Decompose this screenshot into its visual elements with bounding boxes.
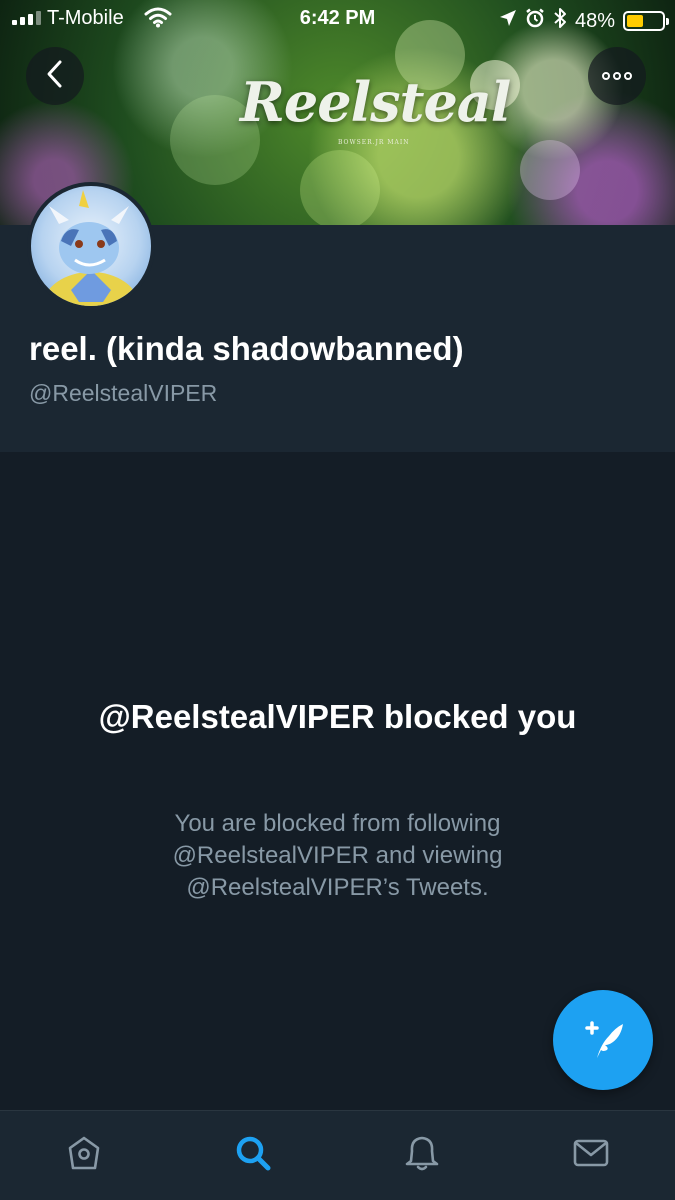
more-options-button[interactable] (588, 47, 646, 105)
more-options-icon (602, 72, 632, 80)
compose-tweet-button[interactable] (553, 990, 653, 1090)
tab-home[interactable] (54, 1126, 114, 1186)
tab-bar (0, 1110, 675, 1200)
bell-icon (402, 1133, 442, 1178)
blocked-description: You are blocked from following @Reelstea… (172, 810, 503, 901)
search-icon (233, 1133, 273, 1178)
status-right: 48% (499, 7, 669, 35)
compose-tweet-icon (579, 1014, 627, 1067)
blocked-title: @ReelstealVIPER blocked you (98, 698, 577, 735)
tab-messages[interactable] (561, 1126, 621, 1186)
tab-search[interactable] (223, 1126, 283, 1186)
battery-percent: 48% (574, 9, 615, 32)
banner-subtitle: BOWSER.JR MAIN (338, 139, 410, 146)
alarm-icon (525, 8, 545, 34)
banner-bokeh (300, 150, 380, 225)
battery-fill (627, 15, 644, 27)
status-bar: T-Mobile 6:42 PM 48% (0, 0, 675, 38)
profile-handle: @ReelstealVIPER (29, 380, 218, 406)
envelope-icon (571, 1133, 611, 1178)
banner-bokeh (520, 140, 580, 200)
back-button[interactable] (26, 47, 84, 105)
profile-display-name: reel. (kinda shadowbanned) (29, 330, 464, 367)
bluetooth-icon (553, 7, 567, 35)
home-icon (64, 1133, 104, 1178)
tab-notifications[interactable] (392, 1126, 452, 1186)
battery-icon (623, 11, 669, 31)
avatar[interactable] (27, 182, 155, 310)
chevron-left-icon (45, 59, 65, 94)
location-icon (499, 9, 517, 33)
banner-title: Reelsteal (240, 70, 511, 134)
